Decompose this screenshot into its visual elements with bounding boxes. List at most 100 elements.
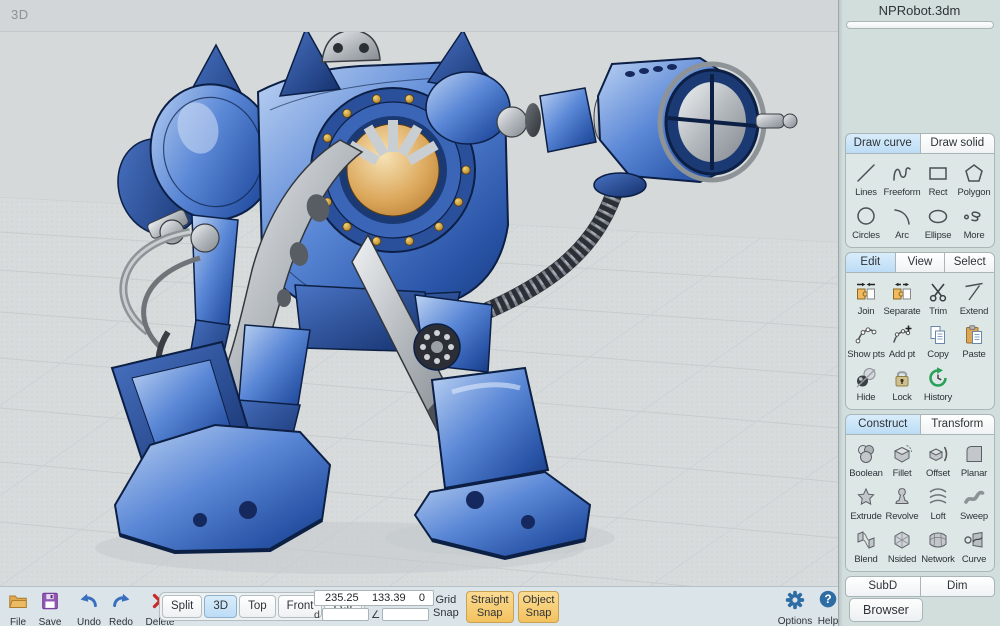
tool-more[interactable]: More xyxy=(956,201,992,244)
tool-label: Lines xyxy=(855,187,877,198)
tool-label: Offset xyxy=(926,468,950,479)
sidebar-scrollbar[interactable] xyxy=(846,21,994,29)
tool-label: Blend xyxy=(854,554,877,565)
view-button-split[interactable]: Split xyxy=(162,595,202,618)
tool-extend[interactable]: Extend xyxy=(956,277,992,320)
tab-draw-solid[interactable]: Draw solid xyxy=(921,133,996,154)
tab-construct[interactable]: Construct xyxy=(845,414,921,435)
help-button[interactable]: ? Help xyxy=(814,589,842,626)
network-icon xyxy=(925,527,951,553)
tool-freeform[interactable]: Freeform xyxy=(884,158,920,201)
freeform-icon xyxy=(889,160,915,186)
tab-view[interactable]: View xyxy=(896,252,946,273)
tool-label: Polygon xyxy=(958,187,991,198)
trim-icon xyxy=(925,279,951,305)
tool-paste[interactable]: Paste xyxy=(956,320,992,363)
gear-icon xyxy=(784,589,806,616)
tool-copy[interactable]: Copy xyxy=(920,320,956,363)
tool-hide[interactable]: Hide xyxy=(848,363,884,406)
file-button[interactable]: File xyxy=(3,590,33,626)
tool-curve[interactable]: Curve xyxy=(956,525,992,568)
tab-edit[interactable]: Edit xyxy=(845,252,896,273)
snap-straight[interactable]: StraightSnap xyxy=(466,591,514,623)
save-button[interactable]: Save xyxy=(35,590,65,626)
tool-rect[interactable]: Rect xyxy=(920,158,956,201)
tool-blend[interactable]: Blend xyxy=(848,525,884,568)
tab-select[interactable]: Select xyxy=(945,252,995,273)
distance-label: d xyxy=(314,609,320,621)
distance-input[interactable] xyxy=(322,608,369,621)
tool-ellipse[interactable]: Ellipse xyxy=(920,201,956,244)
tool-join[interactable]: Join xyxy=(848,277,884,320)
browser-button[interactable]: Browser xyxy=(849,598,923,622)
tab-draw-curve[interactable]: Draw curve xyxy=(845,133,921,154)
tool-label: Curve xyxy=(962,554,986,565)
palette-edit: EditViewSelect JoinSeparateTrim Extend Sho… xyxy=(845,252,995,410)
tool-label: Nsided xyxy=(888,554,916,565)
tool-circles[interactable]: Circles xyxy=(848,201,884,244)
tool-trim[interactable]: Trim xyxy=(920,277,956,320)
show-pts-icon xyxy=(853,322,879,348)
boolean-icon xyxy=(853,441,879,467)
hide-icon xyxy=(853,365,879,391)
redo-button[interactable]: Redo xyxy=(106,590,136,626)
curve-on-srf-icon xyxy=(961,527,987,553)
circles-icon xyxy=(853,203,879,229)
view-button-top[interactable]: Top xyxy=(239,595,276,618)
tool-fillet[interactable]: Fillet xyxy=(884,439,920,482)
angle-label: ∠ xyxy=(371,609,380,621)
tool-separate[interactable]: Separate xyxy=(884,277,920,320)
scene-canvas xyxy=(0,0,838,586)
tool-arc[interactable]: Arc xyxy=(884,201,920,244)
tool-nsided[interactable]: Nsided xyxy=(884,525,920,568)
tool-label: Freeform xyxy=(884,187,921,198)
tool-polygon[interactable]: Polygon xyxy=(956,158,992,201)
view-button-3d[interactable]: 3D xyxy=(204,595,237,618)
tool-label: Ellipse xyxy=(925,230,952,241)
floppy-disk-icon xyxy=(39,590,61,617)
coordinate-panel: 235.25 133.39 0 d ∠ xyxy=(314,590,434,621)
tab-subd[interactable]: SubD xyxy=(845,576,921,597)
tool-boolean[interactable]: Boolean xyxy=(848,439,884,482)
undo-button[interactable]: Undo xyxy=(74,590,104,626)
tool-lines[interactable]: Lines xyxy=(848,158,884,201)
snap-object[interactable]: ObjectSnap xyxy=(518,591,560,623)
svg-text:?: ? xyxy=(824,592,831,606)
polygon-icon xyxy=(961,160,987,186)
angle-input[interactable] xyxy=(382,608,429,621)
tool-lock[interactable]: Lock xyxy=(884,363,920,406)
tool-loft[interactable]: Loft xyxy=(920,482,956,525)
sidebar: NPRobot.3dm Draw curveDraw solid LinesFr… xyxy=(838,0,1000,626)
tool-sweep[interactable]: Sweep xyxy=(956,482,992,525)
coord-z: 0 xyxy=(419,592,425,604)
tool-network[interactable]: Network xyxy=(920,525,956,568)
tab-dim[interactable]: Dim xyxy=(921,576,996,597)
sweep-icon xyxy=(961,484,987,510)
tool-label: Extend xyxy=(960,306,988,317)
moi-3d-app: { "app": { "viewport_label": "3D" }, "si… xyxy=(0,0,1000,626)
separate-icon xyxy=(889,279,915,305)
blend-icon xyxy=(853,527,879,553)
tool-label: Arc xyxy=(895,230,909,241)
viewport-3d[interactable]: 3D xyxy=(0,0,838,586)
more-icon xyxy=(961,203,987,229)
revolve-icon xyxy=(889,484,915,510)
tool-planar[interactable]: Planar xyxy=(956,439,992,482)
add-pt-icon xyxy=(889,322,915,348)
coordinate-display[interactable]: 235.25 133.39 0 xyxy=(314,590,434,606)
tool-label: Revolve xyxy=(886,511,919,522)
tool-history[interactable]: History xyxy=(920,363,956,406)
tool-extrude[interactable]: Extrude xyxy=(848,482,884,525)
tool-label: Network xyxy=(921,554,954,565)
snap-grid[interactable]: GridSnap xyxy=(430,591,462,623)
tool-add-pt[interactable]: Add pt xyxy=(884,320,920,363)
tool-label: Boolean xyxy=(849,468,882,479)
extrude-icon xyxy=(853,484,879,510)
loft-icon xyxy=(925,484,951,510)
options-button[interactable]: Options xyxy=(781,589,809,626)
tab-transform[interactable]: Transform xyxy=(921,414,996,435)
tool-revolve[interactable]: Revolve xyxy=(884,482,920,525)
tool-label: Show pts xyxy=(847,349,884,360)
tool-show-pts[interactable]: Show pts xyxy=(848,320,884,363)
tool-offset[interactable]: Offset xyxy=(920,439,956,482)
